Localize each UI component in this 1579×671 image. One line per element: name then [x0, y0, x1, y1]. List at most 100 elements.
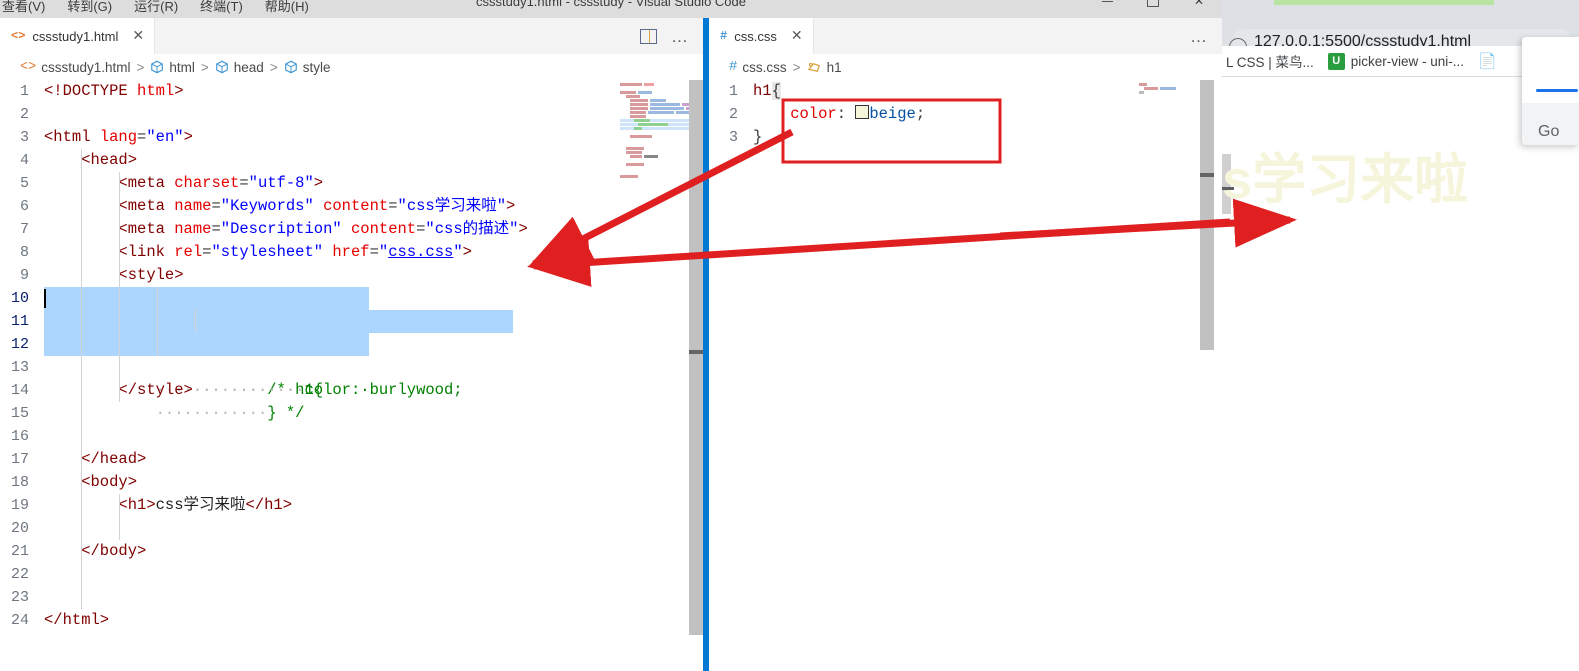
- line-number: 5: [19, 175, 29, 192]
- close-icon[interactable]: ✕: [791, 29, 803, 43]
- maximize-button[interactable]: [1130, 0, 1176, 12]
- line-number: 14: [10, 382, 29, 399]
- breadcrumb-separator: >: [269, 59, 278, 75]
- line-content: <meta name="Keywords" content="css学习来啦">: [44, 195, 703, 218]
- browser-tabstrip: [1222, 0, 1579, 12]
- breadcrumb-item-h1[interactable]: h1: [807, 60, 842, 75]
- breadcrumb-item-html[interactable]: html: [150, 60, 195, 75]
- line-content: <h1>css学习来啦</h1>: [44, 494, 703, 517]
- line-number: 3: [728, 129, 738, 146]
- line-content: [44, 425, 703, 448]
- code-line: 14 </style>: [0, 379, 703, 402]
- line-number: 16: [10, 428, 29, 445]
- bookmark-extra-icon[interactable]: 📄: [1478, 52, 1497, 70]
- line-content: <meta name="Description" content="css的描述…: [44, 218, 703, 241]
- code-line: 4 <head>: [0, 149, 703, 172]
- code-editor-left[interactable]: 1 <!DOCTYPE html> 2 3 <html lang="en"> 4…: [0, 80, 703, 671]
- breadcrumb-separator: >: [200, 59, 209, 75]
- code-line: 2: [0, 103, 703, 126]
- line-number: 12: [10, 336, 29, 353]
- line-content: <style>: [44, 264, 703, 287]
- color-swatch[interactable]: [855, 105, 870, 119]
- code-line: 13: [0, 356, 703, 379]
- line-content: [44, 563, 703, 586]
- editor-scrollbar-left[interactable]: [689, 80, 703, 671]
- symbol-cube-icon: [151, 60, 164, 74]
- line-number: 9: [19, 267, 29, 284]
- breadcrumb-item-file[interactable]: <> cssstudy1.html: [20, 60, 130, 75]
- active-tab-indicator: [1274, 0, 1494, 5]
- screenshot-root: 查看(V) 转到(G) 运行(R) 终端(T) 帮助(H) cssstudy1.…: [0, 0, 1579, 671]
- breadcrumb-item-style[interactable]: style: [284, 59, 331, 75]
- tab-bar-right: # css.css ✕ …: [709, 18, 1222, 55]
- more-actions-icon[interactable]: …: [1190, 28, 1208, 45]
- line-number: 24: [10, 612, 29, 629]
- line-number: 23: [10, 589, 29, 606]
- breadcrumb-item-file[interactable]: # css.css: [729, 59, 787, 75]
- line-content: </body>: [44, 540, 703, 563]
- line-number: 2: [728, 106, 738, 123]
- line-number: 18: [10, 474, 29, 491]
- line-number: 20: [10, 520, 29, 537]
- minimap-right[interactable]: [1139, 80, 1199, 671]
- symbol-cube-icon: [284, 60, 297, 74]
- code-line: 19 <h1>css学习来啦</h1>: [0, 494, 703, 517]
- breadcrumb-right: # css.css > h1: [709, 54, 1222, 80]
- line-number: 13: [10, 359, 29, 376]
- split-editor-icon[interactable]: [640, 28, 657, 44]
- line-content: <html lang="en">: [44, 128, 193, 146]
- editor-scrollbar-right[interactable]: [1200, 80, 1214, 671]
- code-line: 20: [0, 517, 703, 540]
- browser-window: 127.0.0.1:5500/cssstudy1.html L CSS | 菜鸟…: [1222, 0, 1579, 671]
- code-line: 21 </body>: [0, 540, 703, 563]
- line-number: 4: [19, 152, 29, 169]
- code-line: 16: [0, 425, 703, 448]
- tab-bar-left: <> cssstudy1.html ✕ …: [0, 18, 703, 55]
- vscode-window: 查看(V) 转到(G) 运行(R) 终端(T) 帮助(H) cssstudy1.…: [0, 0, 1222, 671]
- line-number: 8: [19, 244, 29, 261]
- browser-viewport: css学习来啦: [1222, 77, 1579, 671]
- line-content: [44, 517, 703, 540]
- breadcrumb-left: <> cssstudy1.html > html > head > style: [0, 54, 703, 80]
- bookmark-item[interactable]: L CSS | 菜鸟...: [1226, 51, 1314, 71]
- minimize-button[interactable]: [1084, 0, 1130, 12]
- line-number: 22: [10, 566, 29, 583]
- overview-ruler-mark: [1200, 173, 1214, 177]
- close-icon[interactable]: ✕: [132, 29, 144, 43]
- scrollbar-thumb[interactable]: [689, 80, 703, 635]
- code-line: 23: [0, 586, 703, 609]
- code-line-selected: 10 ············/*·h1{: [0, 287, 703, 399]
- page-heading: css学习来啦: [1222, 150, 1469, 210]
- window-controls[interactable]: ✕: [1084, 0, 1222, 12]
- line-content: [44, 402, 703, 425]
- css-file-icon: #: [720, 29, 728, 43]
- line-content: [44, 586, 703, 609]
- line-content: [44, 356, 703, 379]
- stylesheet-link[interactable]: css.css: [388, 243, 453, 261]
- popup-divider: [1536, 89, 1578, 92]
- breadcrumb-item-head[interactable]: head: [215, 60, 264, 75]
- breadcrumb-label: cssstudy1.html: [41, 59, 131, 75]
- browser-popup-panel[interactable]: Go: [1522, 37, 1579, 145]
- tab-css-css[interactable]: # css.css ✕: [709, 18, 814, 54]
- scrollbar-thumb[interactable]: [1200, 80, 1214, 350]
- bookmark-item[interactable]: U picker-view - uni-...: [1327, 52, 1465, 70]
- editor-group-left: <> cssstudy1.html ✕ … <> cssstudy1.html …: [0, 18, 703, 671]
- bookmark-label: L CSS | 菜鸟...: [1226, 55, 1314, 70]
- breadcrumb-label: style: [302, 59, 331, 75]
- bookmark-label: picker-view - uni-...: [1350, 53, 1465, 69]
- line-content: <meta charset="utf-8">: [44, 172, 703, 195]
- close-button[interactable]: ✕: [1176, 0, 1222, 12]
- line-content: </head>: [44, 448, 703, 471]
- breadcrumb-label: head: [233, 59, 264, 75]
- line-number: 17: [10, 451, 29, 468]
- title-bar: 查看(V) 转到(G) 运行(R) 终端(T) 帮助(H) cssstudy1.…: [0, 0, 1222, 18]
- minimap-left[interactable]: [620, 80, 698, 671]
- symbol-cube-icon: [215, 60, 228, 74]
- code-line: 24 </html>: [0, 609, 703, 632]
- line-number: 1: [19, 83, 29, 100]
- line-number: 3: [19, 129, 29, 146]
- line-content: </style>: [44, 379, 703, 402]
- more-actions-icon[interactable]: …: [671, 28, 689, 45]
- tab-cssstudy1-html[interactable]: <> cssstudy1.html ✕: [0, 18, 156, 54]
